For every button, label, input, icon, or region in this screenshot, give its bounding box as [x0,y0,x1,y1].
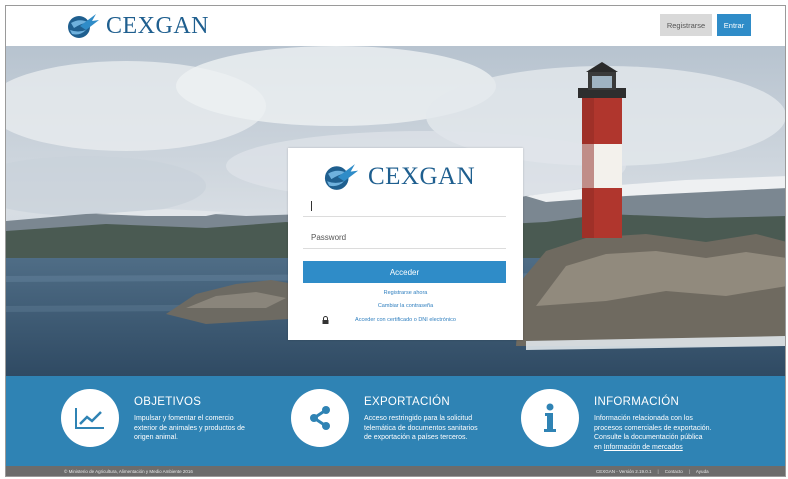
register-now-link[interactable]: Registrarse ahora [288,290,523,296]
help-link[interactable]: Ayuda [696,469,709,474]
login-card: CEXGAN Password Acceder Registrarse ahor… [288,148,523,340]
change-password-link[interactable]: Cambiar la contraseña [288,303,523,309]
objetivos-line: Impulsar y fomentar el comercio [134,415,234,422]
exportacion-text: Acceso restringido para la solicitud tel… [364,414,478,443]
objetivos-text: Impulsar y fomentar el comercio exterior… [134,414,245,443]
share-icon [310,406,330,430]
password-placeholder: Password [311,233,347,242]
footer-links: CEXGAN - Versión 2.19.0.1 | Contacto | A… [596,469,709,474]
footer-separator: | [688,469,690,474]
objetivos-line: origen animal. [134,434,178,441]
password-input[interactable]: Password [303,227,506,249]
exportacion-line: Acceso restringido para la solicitud [364,415,473,422]
certificate-login-link[interactable]: Acceder con certificado o DNI electrónic… [288,317,523,323]
informacion-line: Información relacionada con los [594,415,693,422]
top-header: CEXGAN Registrarse Entrar [6,6,785,46]
chart-line-icon [75,408,104,429]
objetivos-line: exterior de animales y productos de [134,424,245,432]
exportacion-title: EXPORTACIÓN [364,396,450,408]
informacion-link-line: en Información de mercados [594,443,712,453]
contact-link[interactable]: Contacto [665,469,683,474]
exportacion-circle [291,389,349,447]
register-button[interactable]: Registrarse [660,14,712,36]
informacion-line: procesos comerciales de exportación. [594,424,712,432]
info-icon [544,403,556,432]
copyright-text: © Ministerio de Agricultura, Alimentació… [64,469,193,474]
enter-button[interactable]: Entrar [717,14,751,36]
info-band: OBJETIVOS Impulsar y fomentar el comerci… [6,376,785,466]
objetivos-circle [61,389,119,447]
page-frame: CEXGAN Registrarse Entrar CEXGAN Passwor… [5,5,786,477]
informacion-line: Consulte la documentación pública [594,434,703,441]
objetivos-title: OBJETIVOS [134,396,202,408]
brand-logo[interactable]: CEXGAN [66,12,209,40]
version-text: CEXGAN - Versión 2.19.0.1 [596,469,652,474]
globe-bird-logo-icon [324,164,359,190]
globe-bird-logo-icon [68,14,99,38]
informacion-circle [521,389,579,447]
card-brand-logo: CEXGAN [322,162,475,192]
username-input[interactable] [303,195,506,217]
footer-separator: | [657,469,659,474]
card-brand-name: CEXGAN [368,163,476,190]
exportacion-line: telemática de documentos sanitarios [364,424,478,432]
link-prefix: en [594,443,604,451]
informacion-title: INFORMACIÓN [594,396,680,408]
text-cursor [311,200,312,211]
informacion-mercados-link[interactable]: Información de mercados [604,444,683,451]
footer: © Ministerio de Agricultura, Alimentació… [6,466,785,476]
informacion-text: Información relacionada con los procesos… [594,414,712,452]
exportacion-line: de exportación a países terceros. [364,434,468,441]
brand-name: CEXGAN [106,12,209,39]
acceder-button[interactable]: Acceder [303,261,506,283]
